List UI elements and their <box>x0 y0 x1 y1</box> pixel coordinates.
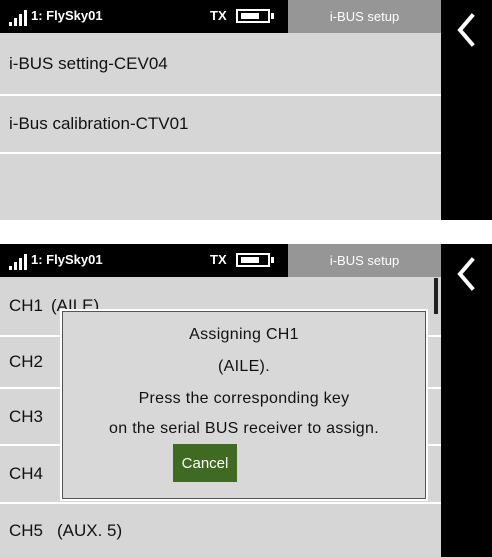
chevron-left-icon <box>457 13 475 47</box>
back-button[interactable] <box>441 0 492 60</box>
menu-item-label: i-Bus calibration-CTV01 <box>9 114 189 133</box>
right-sidebar <box>441 0 492 220</box>
channel-id: CH5 <box>9 520 44 540</box>
channel-id: CH2 <box>9 352 44 371</box>
back-button[interactable] <box>441 244 492 304</box>
dialog-line: on the serial BUS receiver to assign. <box>109 420 379 437</box>
signal-strength-icon <box>9 10 33 26</box>
tx-label: TX <box>210 8 227 23</box>
channel-id: CH4 <box>9 464 44 483</box>
menu-item-ibus-calibration[interactable]: i-Bus calibration-CTV01 <box>0 96 441 154</box>
channel-id: CH3 <box>9 406 44 426</box>
scrollbar[interactable] <box>434 278 438 314</box>
chevron-left-icon <box>457 257 475 291</box>
menu-item-ibus-setting[interactable]: i-BUS setting-CEV04 <box>0 33 441 96</box>
channel-function: (AUX. 5) <box>57 520 123 540</box>
dialog-line: (AILE). <box>218 358 270 375</box>
ibus-assign-screen: 1: FlySky01 TX i-BUS setup CH1 (AILE) CH… <box>0 244 492 557</box>
menu-item-label: i-BUS setting-CEV04 <box>9 53 168 73</box>
page-title: i-BUS setup <box>288 244 441 277</box>
dialog-line: Assigning CH1 <box>189 326 299 343</box>
page-title: i-BUS setup <box>288 0 441 33</box>
assign-dialog: Assigning CH1 (AILE). Press the correspo… <box>62 311 426 499</box>
channel-id: CH1 <box>9 296 44 315</box>
right-sidebar <box>441 244 492 557</box>
tx-battery-icon <box>236 9 274 23</box>
tx-battery-icon <box>236 253 274 267</box>
tx-label: TX <box>210 252 227 267</box>
model-name: 1: FlySky01 <box>31 252 103 267</box>
dialog-line: Press the corresponding key <box>138 390 350 407</box>
cancel-button[interactable]: Cancel <box>173 444 237 482</box>
model-name: 1: FlySky01 <box>31 8 103 23</box>
ibus-setup-menu-screen: 1: FlySky01 TX i-BUS setup i-BUS setting… <box>0 0 492 220</box>
channel-row[interactable]: CH5 (AUX. 5) <box>0 504 441 557</box>
signal-strength-icon <box>9 254 33 270</box>
